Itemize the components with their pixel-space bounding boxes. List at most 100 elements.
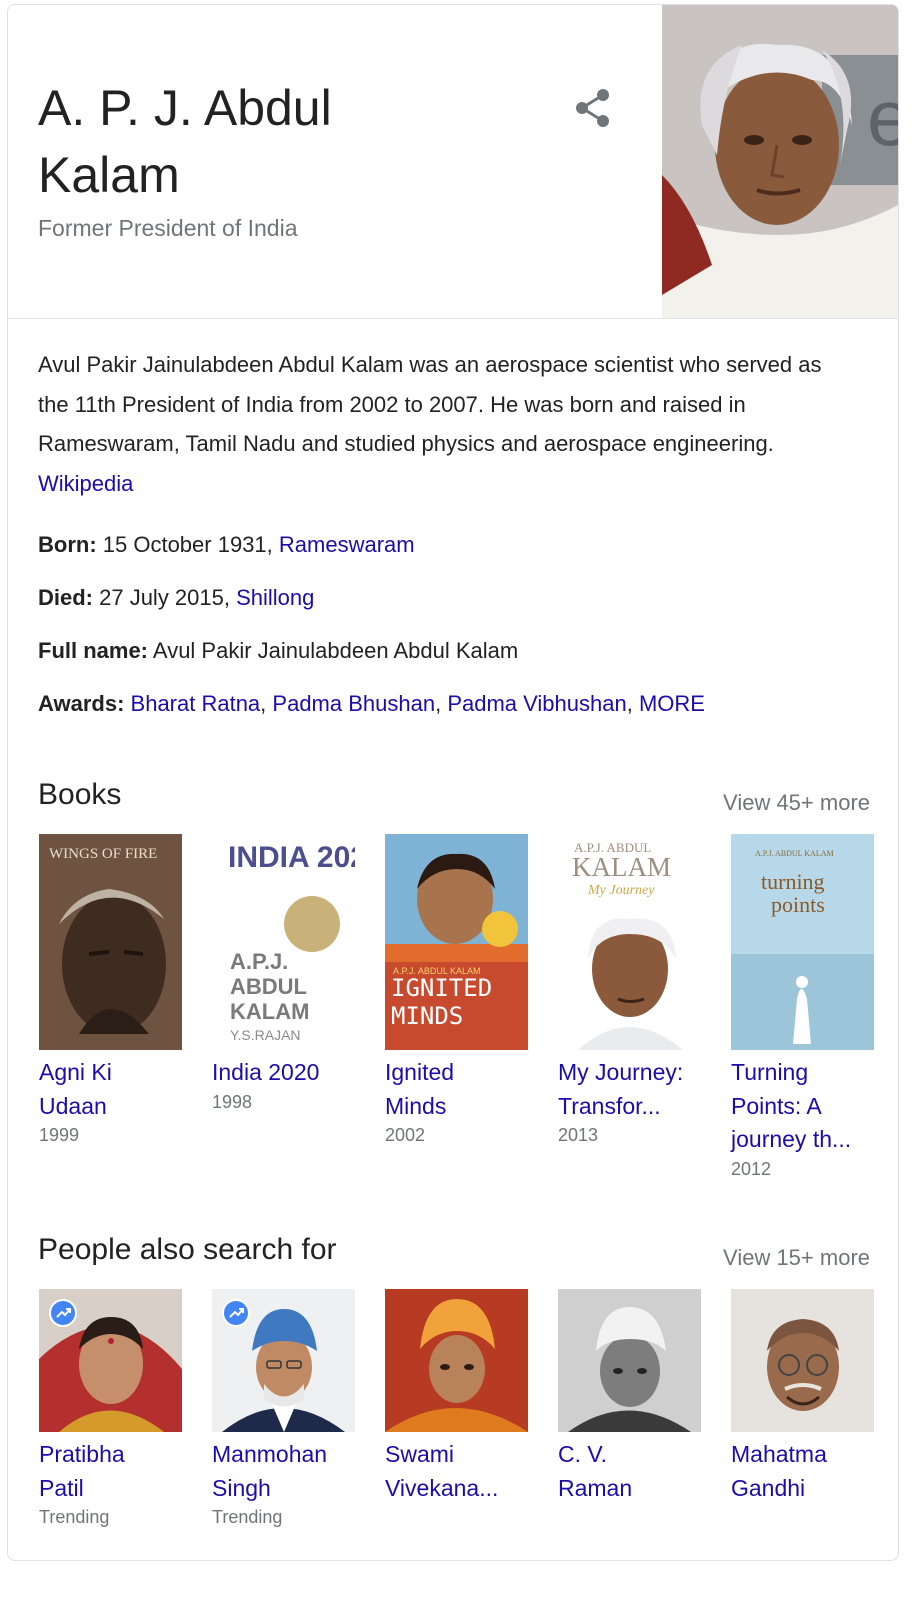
award-link[interactable]: Bharat Ratna	[131, 691, 261, 716]
book-cover-text: KALAM	[230, 999, 309, 1024]
book-cover-text: ABDUL	[230, 974, 307, 999]
book-cover-text: Y.S.RAJAN	[230, 1027, 301, 1043]
book-card[interactable]: INDIA 2020 A.P.J. ABDUL KALAM Y.S.RAJAN …	[212, 834, 355, 1113]
share-icon	[576, 89, 609, 127]
person-name: Pratibha Patil	[39, 1438, 182, 1505]
person-name-line: Vivekana...	[385, 1474, 499, 1501]
person-photo[interactable]	[39, 1289, 182, 1432]
trending-badge	[222, 1299, 250, 1327]
svg-text:e: e	[867, 73, 898, 162]
fact-awards-label: Awards:	[38, 691, 125, 716]
knowledge-panel: A. P. J. Abdul Kalam Former President of…	[7, 4, 899, 1561]
person-photo[interactable]	[558, 1289, 701, 1432]
fact-born-label: Born:	[38, 532, 97, 557]
book-cover-title: KALAM	[572, 852, 671, 882]
book-year: 1998	[212, 1091, 253, 1112]
book-title-line: journey th...	[731, 1126, 852, 1152]
book-cover-title: INDIA 2020	[228, 841, 355, 874]
person-card[interactable]: Pratibha Patil Trending	[39, 1289, 182, 1528]
book-year: 2013	[558, 1125, 599, 1145]
person-name-line: Patil	[39, 1474, 84, 1501]
person-name-line: Mahatma	[731, 1441, 827, 1467]
facts-list: Born: 15 October 1931, Rameswaram Died: …	[38, 528, 888, 740]
person-photo[interactable]	[731, 1289, 874, 1432]
book-title-line: Transfor...	[558, 1092, 661, 1119]
fact-full-name: Full name: Avul Pakir Jainulabdeen Abdul…	[38, 634, 888, 687]
award-separator: ,	[626, 691, 639, 716]
book-cover-text: A.P.J.	[230, 949, 288, 974]
book-cover-title: turning	[761, 869, 825, 894]
book-title-line: Udaan	[39, 1092, 107, 1119]
book-card[interactable]: WINGS OF FIRE Agni Ki Udaan 1999	[39, 834, 182, 1146]
person-photo[interactable]	[212, 1289, 355, 1432]
fact-full-name-label: Full name:	[38, 638, 149, 663]
book-title: Turning Points: A journey th...	[731, 1056, 874, 1157]
person-name-line: Manmohan	[212, 1441, 328, 1467]
fact-awards: Awards: Bharat Ratna, Padma Bhushan, Pad…	[38, 687, 888, 740]
award-link[interactable]: Padma Bhushan	[272, 691, 435, 716]
fact-died-place-link[interactable]: Shillong	[236, 585, 314, 610]
book-cover-text: MINDS	[391, 1002, 463, 1030]
person-name-line: Gandhi	[731, 1474, 806, 1501]
book-card[interactable]: A.P.J. ABDUL KALAM My Journey My Journey…	[558, 834, 701, 1146]
entity-portrait-image[interactable]: e	[662, 5, 898, 318]
books-section-title: Books	[38, 778, 122, 811]
book-cover-image[interactable]: INDIA 2020 A.P.J. ABDUL KALAM Y.S.RAJAN	[212, 834, 355, 1050]
person-name-line: C. V.	[558, 1441, 608, 1467]
person-meta: Trending	[212, 1507, 283, 1527]
fact-died-value: 27 July 2015,	[93, 585, 237, 610]
entity-description: Avul Pakir Jainulabdeen Abdul Kalam was …	[38, 345, 858, 503]
book-title: Agni Ki Udaan	[39, 1056, 182, 1123]
books-view-more-link[interactable]: View 45+ more	[723, 790, 870, 816]
description-text: Avul Pakir Jainulabdeen Abdul Kalam was …	[38, 352, 822, 456]
trending-badge	[49, 1299, 77, 1327]
person-card[interactable]: C. V. Raman	[558, 1289, 701, 1505]
people-view-more-link[interactable]: View 15+ more	[723, 1245, 870, 1271]
panel-header: A. P. J. Abdul Kalam Former President of…	[8, 5, 898, 319]
award-separator: ,	[260, 691, 273, 716]
book-title-line: Minds	[385, 1092, 447, 1119]
fact-died: Died: 27 July 2015, Shillong	[38, 581, 888, 634]
person-name-line: Pratibha	[39, 1441, 125, 1467]
person-meta: Trending	[39, 1507, 110, 1527]
book-cover-image[interactable]: WINGS OF FIRE	[39, 834, 182, 1050]
entity-subtitle: Former President of India	[38, 215, 298, 241]
book-cover-image[interactable]: A.P.J. ABDUL KALAM IGNITED MINDS	[385, 834, 528, 1050]
award-link[interactable]: Padma Vibhushan	[447, 691, 626, 716]
book-cover-title: IGNITED	[391, 974, 492, 1002]
fact-born: Born: 15 October 1931, Rameswaram	[38, 528, 888, 581]
fact-full-name-value: Avul Pakir Jainulabdeen Abdul Kalam	[148, 638, 519, 663]
awards-more-link[interactable]: MORE	[639, 691, 705, 716]
person-name: Mahatma Gandhi	[731, 1438, 874, 1505]
book-title-line: Agni Ki	[39, 1059, 112, 1085]
fact-born-place-link[interactable]: Rameswaram	[279, 532, 415, 557]
person-card[interactable]: Manmohan Singh Trending	[212, 1289, 355, 1528]
person-card[interactable]: Mahatma Gandhi	[731, 1289, 874, 1505]
book-cover-text: points	[771, 892, 825, 917]
person-name: Manmohan Singh	[212, 1438, 355, 1505]
person-photo[interactable]	[385, 1289, 528, 1432]
award-separator: ,	[435, 691, 448, 716]
trending-up-icon	[56, 1308, 71, 1318]
book-cover-image[interactable]: A.P.J. ABDUL KALAM My Journey	[558, 834, 701, 1050]
person-name: Swami Vivekana...	[385, 1438, 528, 1505]
book-title: My Journey: Transfor...	[558, 1056, 701, 1123]
book-card[interactable]: A.P.J. ABDUL KALAM turning points Turnin…	[731, 834, 874, 1180]
book-title: India 2020	[212, 1056, 355, 1090]
book-title-line: Turning	[731, 1059, 809, 1085]
book-cover-image[interactable]: A.P.J. ABDUL KALAM turning points	[731, 834, 874, 1050]
book-title-line: My Journey:	[558, 1059, 684, 1085]
book-title-line: Ignited	[385, 1059, 455, 1085]
wikipedia-link[interactable]: Wikipedia	[38, 471, 133, 496]
share-button[interactable]	[570, 85, 616, 131]
book-year: 2002	[385, 1125, 426, 1145]
book-title-line: Points: A	[731, 1092, 822, 1119]
book-cover-text: A.P.J. ABDUL KALAM	[755, 849, 834, 858]
book-card[interactable]: A.P.J. ABDUL KALAM IGNITED MINDS Ignited…	[385, 834, 528, 1146]
book-title-line: India 2020	[212, 1059, 320, 1085]
person-name-line: Raman	[558, 1474, 633, 1501]
person-name-line: Swami	[385, 1441, 455, 1467]
people-section-title: People also search for	[38, 1233, 337, 1266]
person-card[interactable]: Swami Vivekana...	[385, 1289, 528, 1505]
fact-died-label: Died:	[38, 585, 93, 610]
